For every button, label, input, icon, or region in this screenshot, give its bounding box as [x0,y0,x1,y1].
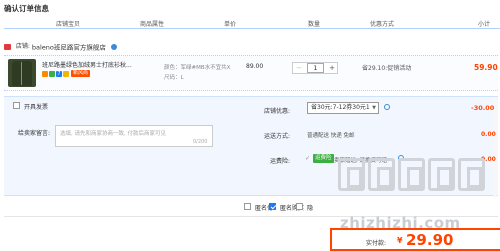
total-label: 实付款: [366,240,387,247]
badge-icon [42,70,48,77]
watermark-logo [338,158,488,193]
unit-price: 89.00 [246,63,264,70]
total-currency: ¥ [397,236,403,245]
store-icon [4,43,11,50]
shop-name-link[interactable]: baleno班尼路官方旗舰店 [32,44,106,52]
col-header-price: 单价 [224,21,237,28]
message-placeholder: 选填, 请先和商家协商一致, 付款后商家可见 [60,131,166,137]
promo-info: 省29.10:促销活动 [362,65,412,72]
product-size-attr: 尺码：L [164,75,184,81]
product-color-attr: 颜色：军绿#MB水不宜共X [164,65,231,71]
shipping-amount: 0.00 [481,131,496,138]
chevron-down-icon: ▼ [372,105,376,111]
message-label: 给卖家留言: [18,130,51,137]
shop-discount-label: 店铺优惠: [264,108,291,115]
anonymous-buy-checkbox[interactable] [269,203,276,210]
new-style-badge: 新风尚 [71,70,91,77]
product-thumbnail[interactable] [8,59,36,87]
shop-discount-select[interactable]: 省30元:7-12券30元1 ▼ [307,102,379,114]
message-char-count: 0/200 [193,139,208,145]
table-header-row: 店铺宝贝 商品属性 单价 数量 优惠方式 小计 [4,17,500,29]
col-header-items: 店铺宝贝 [56,21,81,28]
hide-label: 隐 [307,205,314,212]
shop-row: 店铺: baleno班尼路官方旗舰店 [4,41,117,52]
item-subtotal: 59.90 [474,63,498,72]
options-scrollbar[interactable] [493,97,497,197]
check-icon: ✓ [305,155,311,162]
shop-discount-value: 省30元:7-12券30元1 [311,104,370,111]
page-title: 确认订单信息 [4,4,49,13]
product-badges: 7 新风尚 [42,70,91,77]
hide-checkbox[interactable] [296,203,303,210]
total-amount: 29.90 [406,231,454,249]
col-header-qty: 数量 [308,21,321,28]
info-icon[interactable] [384,104,390,110]
anonymous-checkbox[interactable] [244,203,251,210]
badge-icon [63,70,69,77]
shipping-label: 运送方式: [264,133,291,140]
col-header-subtotal: 小计 [478,21,491,28]
quantity-stepper: − 1 + [292,62,338,74]
invoice-label: 开具发票 [24,104,49,111]
chat-icon[interactable] [110,43,117,50]
invoice-checkbox[interactable] [13,102,20,109]
freight-insurance-badge: 运费险 [313,154,334,163]
quantity-input[interactable]: 1 [307,63,324,73]
quantity-decrease-button[interactable]: − [293,63,305,73]
col-header-attrs: 商品属性 [140,21,165,28]
seven-day-icon: 7 [56,70,62,77]
shop-discount-amount: -30.00 [471,104,495,112]
quantity-increase-button[interactable]: + [326,63,338,73]
shipping-method: 普通配送 快递 免邮 [307,133,355,139]
freight-insurance-label: 运费险: [270,158,291,165]
badge-icon [49,70,55,77]
col-header-promo: 优惠方式 [370,21,395,28]
shop-label: 店铺: [15,43,30,50]
product-name-link[interactable]: 班尼路墨绿色加绒男士打底衫秋... [42,60,132,69]
